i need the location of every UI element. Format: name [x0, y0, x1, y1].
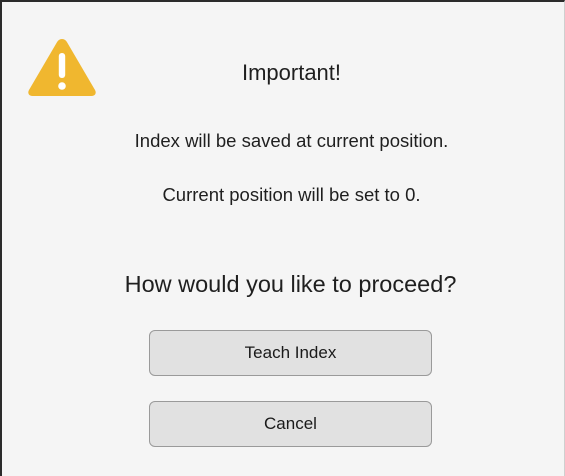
- message-line-1: Index will be saved at current position.: [134, 130, 449, 151]
- message-line-2: Current position will be set to 0.: [162, 184, 421, 205]
- prompt-question: How would you like to proceed?: [124, 271, 457, 297]
- cancel-button[interactable]: Cancel: [149, 401, 432, 447]
- dialog-title: Important!: [241, 60, 342, 85]
- confirmation-dialog: Important! Index will be saved at curren…: [0, 0, 565, 476]
- teach-index-button[interactable]: Teach Index: [149, 330, 432, 376]
